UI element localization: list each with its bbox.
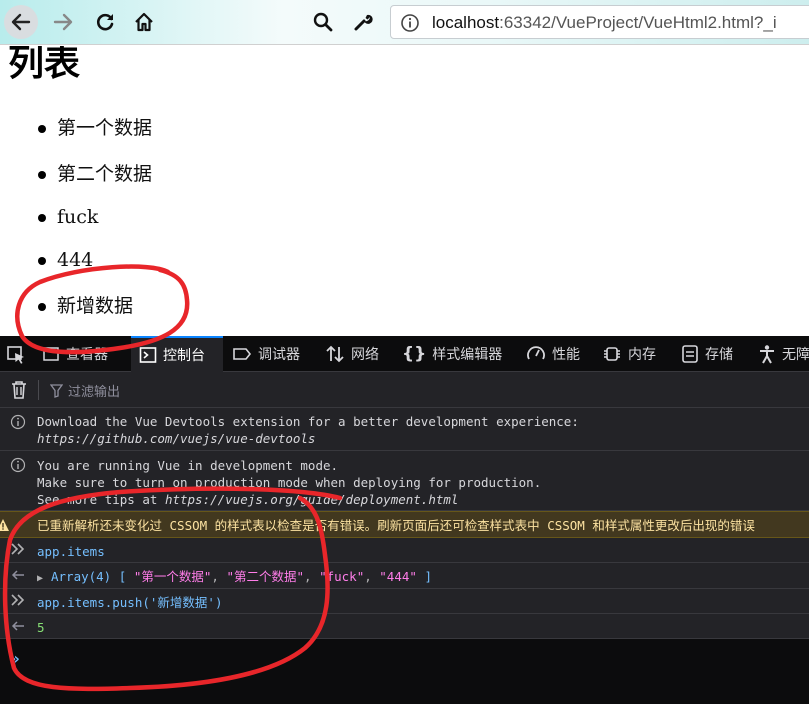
tab-label: 样式编辑器	[432, 347, 503, 363]
page-content: 列表 第一个数据 第二个数据 fuck 444 新增数据	[0, 46, 809, 336]
list-item: 第二个数据	[38, 164, 238, 184]
memory-chip-icon	[602, 344, 622, 364]
braces-icon: {}	[402, 344, 427, 364]
info-icon[interactable]	[400, 13, 420, 37]
arrow-right-icon	[53, 13, 73, 31]
url-host: localhost	[432, 13, 500, 32]
console-filter-bar: 过滤输出	[0, 372, 809, 408]
network-icon	[325, 344, 345, 364]
console-input-echo: app.items.push('新增数据')	[0, 589, 809, 614]
command-call: app.items.push(	[37, 595, 150, 610]
divider	[38, 380, 39, 400]
search-icon	[313, 12, 333, 32]
command-argument: '新增数据'	[149, 595, 215, 610]
storage-icon	[681, 344, 699, 364]
message-text: Download the Vue Devtools extension for …	[37, 414, 579, 429]
message-text: See more tips at https://vuejs.org/guide…	[37, 491, 458, 508]
arrow-left-icon	[11, 13, 31, 31]
list-item: 第一个数据	[38, 118, 238, 138]
bracket-open: [	[118, 569, 127, 584]
result-value: 5	[37, 620, 45, 635]
tab-performance[interactable]: 性能	[526, 336, 590, 372]
tab-accessibility[interactable]: 无障	[758, 336, 809, 372]
tab-inspector[interactable]: 查看器	[42, 336, 130, 372]
browser-toolbar: localhost:63342/VueProject/VueHtml2.html…	[0, 0, 809, 45]
bracket-close: ]	[424, 569, 432, 584]
tab-console[interactable]: 控制台	[131, 336, 223, 372]
tab-label: 存储	[705, 347, 733, 363]
info-icon	[10, 457, 26, 476]
array-item: "444"	[379, 569, 417, 584]
console-input-echo: app.items	[0, 538, 809, 563]
tab-label: 查看器	[66, 347, 108, 363]
filter-input[interactable]: 过滤输出	[68, 381, 120, 400]
tab-style-editor[interactable]: {} 样式编辑器	[402, 336, 514, 372]
wrench-icon	[354, 14, 373, 31]
trash-icon[interactable]	[10, 380, 28, 404]
address-bar[interactable]: localhost:63342/VueProject/VueHtml2.html…	[390, 5, 809, 39]
warning-icon	[0, 518, 10, 535]
list-item: 新增数据	[38, 296, 238, 316]
tab-network[interactable]: 网络	[325, 336, 389, 372]
message-link[interactable]: https://github.com/vuejs/vue-devtools	[37, 430, 315, 447]
tab-memory[interactable]: 内存	[602, 336, 666, 372]
tools-button[interactable]	[346, 5, 380, 39]
gauge-icon	[526, 344, 546, 364]
tab-debugger[interactable]: 调试器	[232, 336, 312, 372]
prompt-chevron-icon	[10, 592, 26, 611]
command-text: app.items.push('新增数据')	[37, 594, 222, 611]
message-link[interactable]: https://vuejs.org/guide/deployment.html	[165, 492, 459, 507]
reload-button[interactable]	[88, 5, 122, 39]
console-message: Download the Vue Devtools extension for …	[0, 408, 809, 451]
devtools-tabbar: 查看器 控制台 调试器 网络 {} 样式编辑器 性能 内存 存储 无障	[0, 336, 809, 372]
console-warning: 已重新解析还未变化过 CSSOM 的样式表以检查是否有错误。刷新页面后还可检查样…	[0, 511, 809, 538]
url-text: localhost:63342/VueProject/VueHtml2.html…	[432, 13, 777, 33]
result-arrow-icon	[10, 567, 26, 586]
list-item: 444	[38, 250, 238, 270]
page-title: 列表	[8, 46, 81, 84]
array-item: "第二个数据"	[226, 569, 304, 584]
tab-storage[interactable]: 存储	[681, 336, 745, 372]
element-picker-icon[interactable]	[6, 345, 26, 369]
console-icon	[139, 346, 157, 364]
result-arrow-icon	[10, 618, 26, 637]
console-input[interactable]: »	[0, 639, 809, 704]
input-prompt-icon: »	[10, 649, 20, 668]
tab-label: 调试器	[258, 347, 300, 363]
forward-button[interactable]	[46, 5, 80, 39]
array-item: "fuck"	[319, 569, 365, 584]
devtools-panel: 查看器 控制台 调试器 网络 {} 样式编辑器 性能 内存 存储 无障 过滤输出…	[0, 336, 809, 704]
console-message: You are running Vue in development mode.…	[0, 451, 809, 511]
console-result: 5	[0, 614, 809, 639]
array-item: "第一个数据"	[133, 569, 212, 584]
filter-icon	[49, 383, 64, 402]
info-icon	[10, 414, 26, 433]
back-button[interactable]	[4, 5, 38, 39]
home-button[interactable]	[127, 5, 161, 39]
debugger-icon	[232, 345, 252, 363]
tab-label: 控制台	[163, 348, 205, 364]
home-icon	[135, 12, 153, 32]
search-button[interactable]	[306, 5, 340, 39]
command-close: )	[214, 595, 223, 610]
url-path: :63342/VueProject/VueHtml2.html?_i	[499, 13, 777, 32]
prompt-chevron-icon	[10, 541, 26, 560]
tab-label: 无障	[782, 347, 809, 363]
list-item: fuck	[38, 207, 238, 227]
tab-label: 网络	[351, 347, 379, 363]
warning-text: 已重新解析还未变化过 CSSOM 的样式表以检查是否有错误。刷新页面后还可检查样…	[37, 518, 755, 533]
tab-label: 性能	[552, 347, 580, 363]
accessibility-icon	[758, 344, 776, 364]
tab-label: 内存	[628, 347, 656, 363]
command-text: app.items	[37, 544, 105, 559]
expand-triangle-icon[interactable]: ▶	[37, 570, 51, 587]
inspector-icon	[42, 345, 60, 363]
message-text: Make sure to turn on production mode whe…	[37, 475, 542, 490]
result-text: ▶ Array(4) [ "第一个数据", "第二个数据", "fuck", "4…	[37, 568, 432, 587]
message-text: You are running Vue in development mode.	[37, 458, 339, 473]
console-result: ▶ Array(4) [ "第一个数据", "第二个数据", "fuck", "4…	[0, 563, 809, 589]
array-type[interactable]: Array(4)	[51, 569, 111, 584]
reload-icon	[96, 13, 114, 31]
message-text-prefix: See more tips at	[37, 492, 165, 507]
